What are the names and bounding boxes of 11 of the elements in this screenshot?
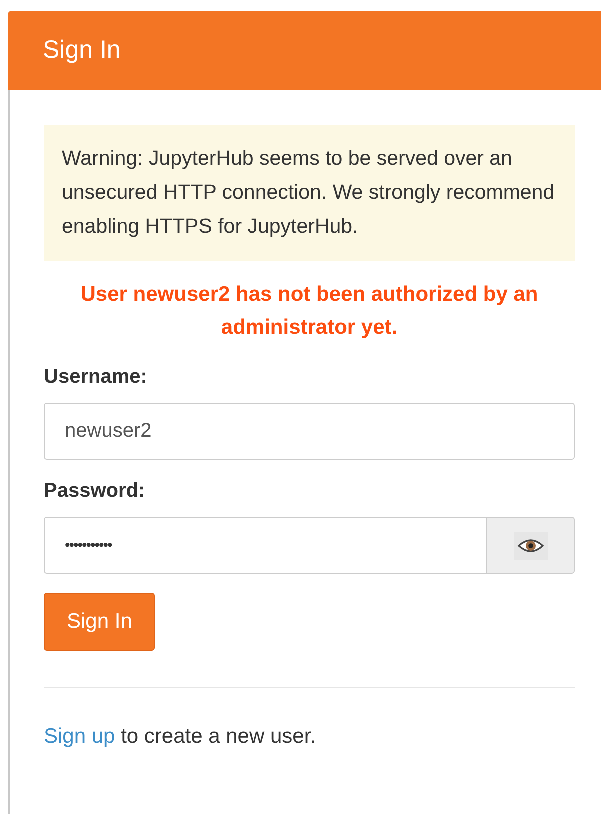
username-field[interactable]: newuser2	[44, 403, 575, 460]
sign-up-link[interactable]: Sign up	[44, 725, 116, 748]
password-field[interactable]: •••••••••••	[44, 517, 487, 574]
error-message: User newuser2 has not been authorized by an administrator yet.	[80, 282, 540, 341]
eye-icon	[514, 532, 548, 560]
show-password-button[interactable]	[487, 517, 575, 574]
panel-title: Sign In	[43, 36, 121, 65]
signup-sentence: Sign up to create a new user.	[44, 725, 318, 749]
warning-message: Warning: JupyterHub seems to be served over an unsecured HTTP connection. We strongly recommend enabling HTTPS for JupyterHub.	[44, 125, 575, 261]
password-label: Password:	[44, 480, 146, 504]
username-label: Username:	[44, 366, 148, 390]
